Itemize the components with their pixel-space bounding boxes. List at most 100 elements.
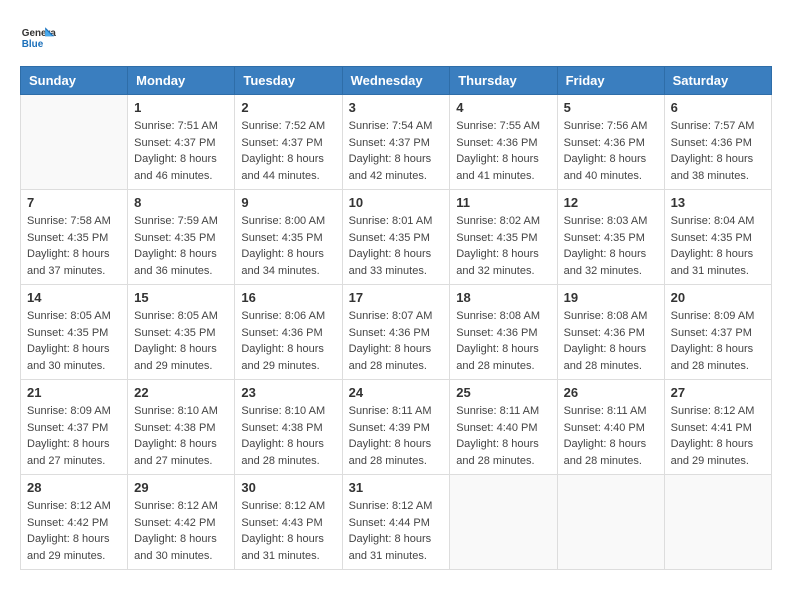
weekday-header-monday: Monday bbox=[128, 67, 235, 95]
day-info: Sunrise: 8:12 AM Sunset: 4:42 PM Dayligh… bbox=[27, 498, 121, 564]
day-number: 21 bbox=[27, 385, 121, 400]
day-info: Sunrise: 8:06 AM Sunset: 4:36 PM Dayligh… bbox=[241, 308, 335, 374]
day-number: 7 bbox=[27, 195, 121, 210]
calendar-cell: 23 Sunrise: 8:10 AM Sunset: 4:38 PM Dayli… bbox=[235, 380, 342, 475]
day-info: Sunrise: 8:09 AM Sunset: 4:37 PM Dayligh… bbox=[27, 403, 121, 469]
calendar-cell: 7 Sunrise: 7:58 AM Sunset: 4:35 PM Daylig… bbox=[21, 190, 128, 285]
day-number: 31 bbox=[349, 480, 444, 495]
calendar-cell: 20 Sunrise: 8:09 AM Sunset: 4:37 PM Dayli… bbox=[664, 285, 771, 380]
calendar-week-3: 21 Sunrise: 8:09 AM Sunset: 4:37 PM Dayli… bbox=[21, 380, 772, 475]
calendar-cell bbox=[557, 475, 664, 570]
calendar-cell: 31Sunrise: 8:12 AM Sunset: 4:44 PM Dayli… bbox=[342, 475, 450, 570]
day-number: 9 bbox=[241, 195, 335, 210]
header-row: SundayMondayTuesdayWednesdayThursdayFrid… bbox=[21, 67, 772, 95]
day-number: 26 bbox=[564, 385, 658, 400]
day-info: Sunrise: 8:10 AM Sunset: 4:38 PM Dayligh… bbox=[241, 403, 335, 469]
calendar-cell: 11Sunrise: 8:02 AM Sunset: 4:35 PM Dayli… bbox=[450, 190, 557, 285]
day-info: Sunrise: 8:05 AM Sunset: 4:35 PM Dayligh… bbox=[27, 308, 121, 374]
day-info: Sunrise: 8:12 AM Sunset: 4:42 PM Dayligh… bbox=[134, 498, 228, 564]
day-number: 22 bbox=[134, 385, 228, 400]
calendar-cell: 26 Sunrise: 8:11 AM Sunset: 4:40 PM Dayli… bbox=[557, 380, 664, 475]
day-number: 19 bbox=[564, 290, 658, 305]
calendar-cell: 6 Sunrise: 7:57 AM Sunset: 4:36 PM Daylig… bbox=[664, 95, 771, 190]
day-info: Sunrise: 8:11 AM Sunset: 4:40 PM Dayligh… bbox=[564, 403, 658, 469]
calendar-cell bbox=[450, 475, 557, 570]
calendar-cell: 17 Sunrise: 8:07 AM Sunset: 4:36 PM Dayli… bbox=[342, 285, 450, 380]
day-info: Sunrise: 8:11 AM Sunset: 4:39 PM Dayligh… bbox=[349, 403, 444, 469]
calendar-cell: 22 Sunrise: 8:10 AM Sunset: 4:38 PM Dayli… bbox=[128, 380, 235, 475]
calendar-cell bbox=[21, 95, 128, 190]
calendar-cell: 4Sunrise: 7:55 AM Sunset: 4:36 PM Daylig… bbox=[450, 95, 557, 190]
day-number: 14 bbox=[27, 290, 121, 305]
day-info: Sunrise: 7:54 AM Sunset: 4:37 PM Dayligh… bbox=[349, 118, 444, 184]
calendar-cell: 3 Sunrise: 7:54 AM Sunset: 4:37 PM Daylig… bbox=[342, 95, 450, 190]
day-info: Sunrise: 7:52 AM Sunset: 4:37 PM Dayligh… bbox=[241, 118, 335, 184]
day-number: 6 bbox=[671, 100, 765, 115]
day-number: 24 bbox=[349, 385, 444, 400]
day-info: Sunrise: 8:12 AM Sunset: 4:41 PM Dayligh… bbox=[671, 403, 765, 469]
day-info: Sunrise: 8:08 AM Sunset: 4:36 PM Dayligh… bbox=[456, 308, 550, 374]
day-info: Sunrise: 7:57 AM Sunset: 4:36 PM Dayligh… bbox=[671, 118, 765, 184]
calendar-cell: 19Sunrise: 8:08 AM Sunset: 4:36 PM Dayli… bbox=[557, 285, 664, 380]
calendar-cell: 15 Sunrise: 8:05 AM Sunset: 4:35 PM Dayli… bbox=[128, 285, 235, 380]
weekday-header-sunday: Sunday bbox=[21, 67, 128, 95]
calendar-week-2: 14 Sunrise: 8:05 AM Sunset: 4:35 PM Dayli… bbox=[21, 285, 772, 380]
day-number: 30 bbox=[241, 480, 335, 495]
calendar-cell: 8Sunrise: 7:59 AM Sunset: 4:35 PM Daylig… bbox=[128, 190, 235, 285]
day-info: Sunrise: 8:07 AM Sunset: 4:36 PM Dayligh… bbox=[349, 308, 444, 374]
calendar-cell: 27 Sunrise: 8:12 AM Sunset: 4:41 PM Dayli… bbox=[664, 380, 771, 475]
weekday-header-wednesday: Wednesday bbox=[342, 67, 450, 95]
day-number: 5 bbox=[564, 100, 658, 115]
calendar-week-0: 1 Sunrise: 7:51 AM Sunset: 4:37 PM Daylig… bbox=[21, 95, 772, 190]
day-number: 16 bbox=[241, 290, 335, 305]
day-number: 27 bbox=[671, 385, 765, 400]
day-number: 15 bbox=[134, 290, 228, 305]
calendar-cell: 28 Sunrise: 8:12 AM Sunset: 4:42 PM Dayli… bbox=[21, 475, 128, 570]
weekday-header-tuesday: Tuesday bbox=[235, 67, 342, 95]
day-info: Sunrise: 8:00 AM Sunset: 4:35 PM Dayligh… bbox=[241, 213, 335, 279]
day-info: Sunrise: 7:56 AM Sunset: 4:36 PM Dayligh… bbox=[564, 118, 658, 184]
day-number: 18 bbox=[456, 290, 550, 305]
day-number: 20 bbox=[671, 290, 765, 305]
calendar-cell: 10 Sunrise: 8:01 AM Sunset: 4:35 PM Dayli… bbox=[342, 190, 450, 285]
calendar-cell: 14 Sunrise: 8:05 AM Sunset: 4:35 PM Dayli… bbox=[21, 285, 128, 380]
day-number: 2 bbox=[241, 100, 335, 115]
day-info: Sunrise: 7:59 AM Sunset: 4:35 PM Dayligh… bbox=[134, 213, 228, 279]
calendar-cell: 18 Sunrise: 8:08 AM Sunset: 4:36 PM Dayli… bbox=[450, 285, 557, 380]
calendar-cell: 30 Sunrise: 8:12 AM Sunset: 4:43 PM Dayli… bbox=[235, 475, 342, 570]
calendar-cell: 25Sunrise: 8:11 AM Sunset: 4:40 PM Dayli… bbox=[450, 380, 557, 475]
header: General Blue bbox=[20, 20, 772, 56]
calendar-cell: 12 Sunrise: 8:03 AM Sunset: 4:35 PM Dayli… bbox=[557, 190, 664, 285]
logo-icon: General Blue bbox=[20, 20, 56, 56]
calendar-cell: 16 Sunrise: 8:06 AM Sunset: 4:36 PM Dayli… bbox=[235, 285, 342, 380]
calendar-table: SundayMondayTuesdayWednesdayThursdayFrid… bbox=[20, 66, 772, 570]
day-info: Sunrise: 8:09 AM Sunset: 4:37 PM Dayligh… bbox=[671, 308, 765, 374]
day-info: Sunrise: 8:12 AM Sunset: 4:43 PM Dayligh… bbox=[241, 498, 335, 564]
day-info: Sunrise: 8:05 AM Sunset: 4:35 PM Dayligh… bbox=[134, 308, 228, 374]
day-number: 13 bbox=[671, 195, 765, 210]
day-number: 11 bbox=[456, 195, 550, 210]
day-number: 10 bbox=[349, 195, 444, 210]
day-number: 1 bbox=[134, 100, 228, 115]
day-number: 17 bbox=[349, 290, 444, 305]
day-info: Sunrise: 8:10 AM Sunset: 4:38 PM Dayligh… bbox=[134, 403, 228, 469]
calendar-week-1: 7 Sunrise: 7:58 AM Sunset: 4:35 PM Daylig… bbox=[21, 190, 772, 285]
day-info: Sunrise: 8:01 AM Sunset: 4:35 PM Dayligh… bbox=[349, 213, 444, 279]
weekday-header-saturday: Saturday bbox=[664, 67, 771, 95]
calendar-cell: 1 Sunrise: 7:51 AM Sunset: 4:37 PM Daylig… bbox=[128, 95, 235, 190]
day-number: 25 bbox=[456, 385, 550, 400]
day-number: 29 bbox=[134, 480, 228, 495]
day-number: 23 bbox=[241, 385, 335, 400]
calendar-cell: 13Sunrise: 8:04 AM Sunset: 4:35 PM Dayli… bbox=[664, 190, 771, 285]
calendar-cell: 5 Sunrise: 7:56 AM Sunset: 4:36 PM Daylig… bbox=[557, 95, 664, 190]
day-number: 12 bbox=[564, 195, 658, 210]
day-number: 3 bbox=[349, 100, 444, 115]
day-number: 4 bbox=[456, 100, 550, 115]
calendar-cell: 9 Sunrise: 8:00 AM Sunset: 4:35 PM Daylig… bbox=[235, 190, 342, 285]
weekday-header-friday: Friday bbox=[557, 67, 664, 95]
day-info: Sunrise: 7:58 AM Sunset: 4:35 PM Dayligh… bbox=[27, 213, 121, 279]
day-number: 28 bbox=[27, 480, 121, 495]
day-info: Sunrise: 8:03 AM Sunset: 4:35 PM Dayligh… bbox=[564, 213, 658, 279]
day-info: Sunrise: 7:51 AM Sunset: 4:37 PM Dayligh… bbox=[134, 118, 228, 184]
logo: General Blue bbox=[20, 20, 56, 56]
